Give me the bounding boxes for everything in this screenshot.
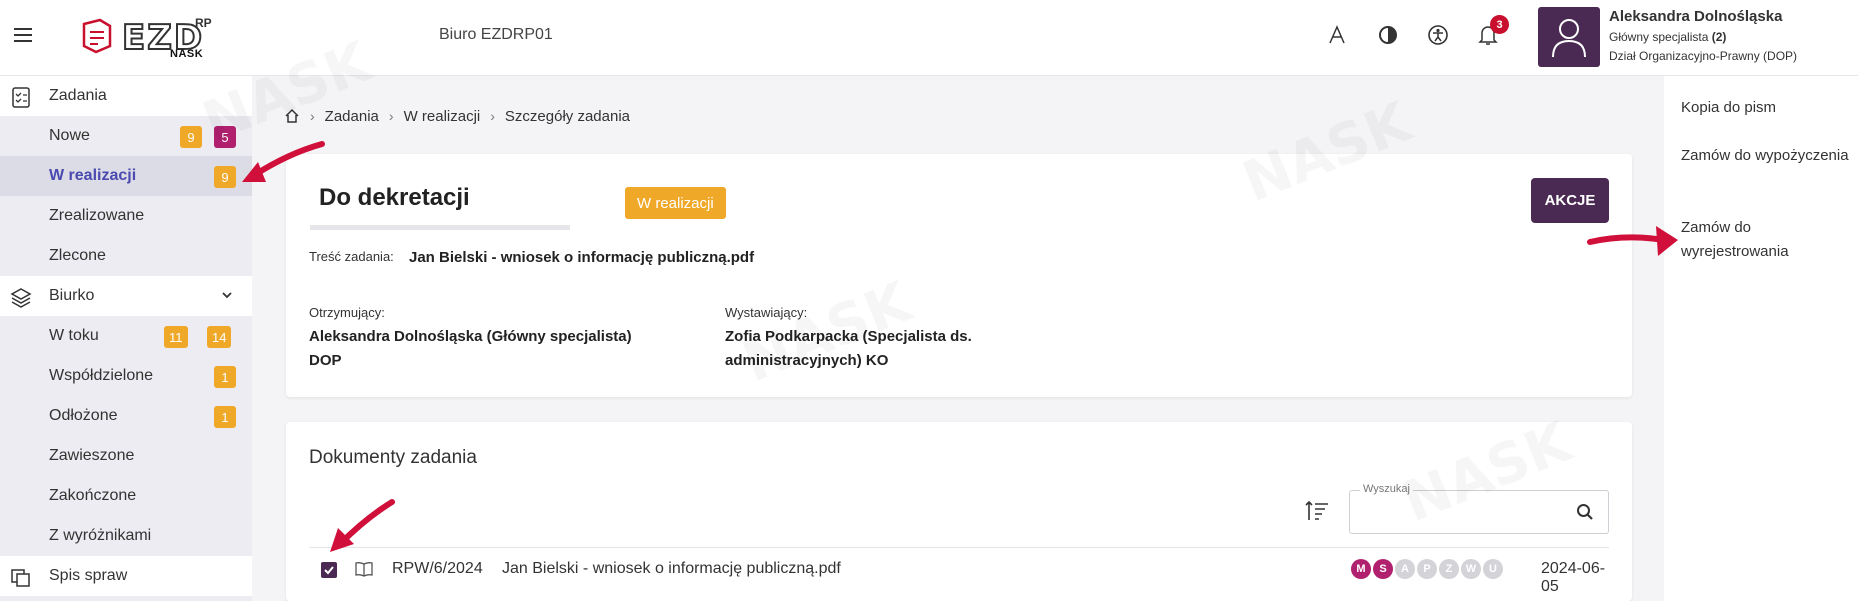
sidebar-item-odlozone[interactable]: Odłożone 1: [0, 396, 252, 436]
flag-w: W: [1461, 559, 1481, 579]
search-icon[interactable]: [1576, 503, 1594, 521]
sidebar-section-zadania[interactable]: Zadania: [0, 76, 252, 116]
logo-mark-icon: [82, 18, 112, 54]
breadcrumb-szczegoly: Szczegóły zadania: [504, 107, 630, 125]
top-header: EZD RP NASK Biuro EZDRP01 3 Aleksandra D…: [0, 0, 1858, 76]
document-filename[interactable]: Jan Bielski - wniosek o informację publi…: [502, 560, 841, 578]
sort-icon[interactable]: [1304, 498, 1330, 524]
link-zamow-do-wypozyczenia[interactable]: Zamów do wypożyczenia: [1681, 144, 1851, 168]
search-legend: Wyszukaj: [1360, 483, 1413, 495]
documents-card: Dokumenty zadania Wyszukaj RPW/6/2024 Ja…: [286, 422, 1632, 601]
count-badge: 9: [180, 126, 202, 148]
chevron-right-icon: ›: [490, 108, 495, 124]
sidebar-item-wspoldzielone[interactable]: Współdzielone 1: [0, 356, 252, 396]
ezd-logo[interactable]: EZD RP NASK: [78, 16, 218, 60]
flag-m: M: [1351, 559, 1371, 579]
flag-z: Z: [1439, 559, 1459, 579]
search-input[interactable]: [1358, 501, 1558, 523]
breadcrumb-w-realizacji[interactable]: W realizacji: [404, 108, 481, 125]
user-avatar[interactable]: [1538, 7, 1600, 67]
logo-org: NASK: [170, 48, 204, 60]
chevron-right-icon: ›: [310, 108, 315, 124]
font-size-icon[interactable]: [1324, 22, 1350, 48]
layers-icon: [10, 288, 32, 308]
chevron-down-icon[interactable]: [220, 288, 234, 302]
content-label: Treść zadania:: [309, 249, 394, 264]
issuer-line1: Zofia Podkarpacka (Specjalista ds.: [725, 328, 972, 345]
case-list-icon: [11, 569, 30, 587]
sidebar: Zadania Nowe 9 5 W realizacji 9 Zrealizo…: [0, 76, 252, 601]
home-icon[interactable]: [284, 108, 300, 124]
link-kopia-do-pism[interactable]: Kopia do pism: [1681, 96, 1851, 120]
notifications-badge: 3: [1490, 15, 1509, 34]
breadcrumb: › Zadania › W realizacji › Szczegóły zad…: [284, 104, 630, 128]
receiver-line1: Aleksandra Dolnośląska (Główny specjalis…: [309, 328, 632, 345]
sidebar-item-zakonczone[interactable]: Zakończone: [0, 476, 252, 516]
user-department: Dział Organizacyjno-Prawny (DOP): [1609, 49, 1798, 63]
documents-title: Dokumenty zadania: [309, 447, 477, 468]
office-name: Biuro EZDRP01: [439, 26, 553, 43]
task-list-icon: [12, 87, 30, 108]
document-date: 2024-06-05: [1541, 560, 1606, 595]
user-silhouette-icon: [1552, 19, 1586, 58]
task-title: Do dekretacji: [319, 184, 470, 211]
notifications-bell-icon[interactable]: 3: [1475, 15, 1509, 48]
sidebar-item-zrealizowane[interactable]: Zrealizowane: [0, 196, 252, 236]
sidebar-item-w-realizacji[interactable]: W realizacji 9: [0, 156, 252, 196]
sidebar-item-w-toku[interactable]: W toku 11 14: [0, 316, 252, 356]
issuer-line2: administracyjnych) KO: [725, 352, 889, 369]
count-badge: 11: [164, 326, 188, 348]
sidebar-section-biurko[interactable]: Biurko: [0, 276, 252, 316]
accessibility-icon[interactable]: [1425, 22, 1451, 48]
search-field[interactable]: Wyszukaj: [1349, 483, 1609, 534]
sidebar-item-z-wyroznikami[interactable]: Z wyróżnikami: [0, 516, 252, 556]
right-actions-panel: Kopia do pism Zamów do wypożyczenia Zamó…: [1664, 76, 1858, 601]
user-name: Aleksandra Dolnośląska: [1609, 8, 1783, 25]
flag-s: S: [1373, 559, 1393, 579]
breadcrumb-zadania[interactable]: Zadania: [325, 108, 379, 125]
menu-icon[interactable]: [14, 28, 32, 42]
title-underline: [310, 225, 570, 230]
sidebar-item-zawieszone[interactable]: Zawieszone: [0, 436, 252, 476]
book-icon: [355, 562, 373, 577]
link-zamow-do-wyrejestrowania[interactable]: Zamów do wyrejestrowania: [1681, 216, 1851, 264]
content-value: Jan Bielski - wniosek o informację publi…: [409, 249, 755, 266]
count-badge: 14: [207, 326, 232, 348]
task-details-card: Do dekretacji W realizacji AKCJE Treść z…: [286, 154, 1632, 397]
table-row[interactable]: RPW/6/2024 Jan Bielski - wniosek o infor…: [309, 549, 1609, 595]
sidebar-item-zlecone[interactable]: Zlecone: [0, 236, 252, 276]
document-signature[interactable]: RPW/6/2024: [392, 560, 483, 578]
issuer-label: Wystawiający:: [725, 305, 808, 320]
row-checkbox[interactable]: [321, 562, 337, 578]
count-badge: 1: [214, 366, 236, 388]
user-role: Główny specjalista (2): [1609, 30, 1727, 44]
sidebar-section-spis-spraw[interactable]: Spis spraw: [0, 556, 252, 596]
receiver-label: Otrzymujący:: [309, 305, 385, 320]
chevron-right-icon: ›: [388, 108, 394, 124]
checkmark-icon: [324, 566, 334, 575]
logo-suffix: RP: [195, 16, 212, 30]
status-badge: W realizacji: [625, 187, 726, 219]
divider: [309, 547, 1609, 548]
actions-button[interactable]: AKCJE: [1531, 178, 1609, 223]
count-badge: 9: [214, 166, 236, 188]
flag-u: U: [1483, 559, 1503, 579]
flag-p: P: [1417, 559, 1437, 579]
contrast-icon[interactable]: [1375, 22, 1401, 48]
count-badge: 1: [214, 406, 236, 428]
count-badge: 5: [214, 126, 236, 148]
sidebar-item-nowe[interactable]: Nowe 9 5: [0, 116, 252, 156]
receiver-line2: DOP: [309, 352, 342, 369]
flag-a: A: [1395, 559, 1415, 579]
